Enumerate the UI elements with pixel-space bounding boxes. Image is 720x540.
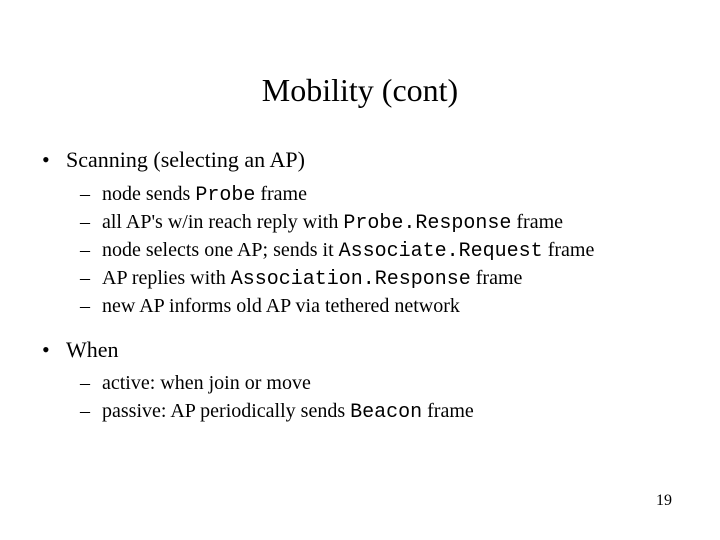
bullet-label: Scanning (selecting an AP) bbox=[66, 145, 680, 175]
list-item-text: all AP's w/in reach reply with Probe.Res… bbox=[102, 209, 680, 237]
list-item-text: passive: AP periodically sends Beacon fr… bbox=[102, 398, 680, 426]
slide-title: Mobility (cont) bbox=[0, 72, 720, 109]
sub-list-when: – active: when join or move – passive: A… bbox=[42, 370, 680, 426]
dash-icon: – bbox=[80, 398, 102, 426]
list-item: – node sends Probe frame bbox=[80, 181, 680, 209]
dash-icon: – bbox=[80, 181, 102, 209]
sub-list-scanning: – node sends Probe frame – all AP's w/in… bbox=[42, 181, 680, 321]
list-item-text: node selects one AP; sends it Associate.… bbox=[102, 237, 680, 265]
list-item-text: AP replies with Association.Response fra… bbox=[102, 265, 680, 293]
list-item: – AP replies with Association.Response f… bbox=[80, 265, 680, 293]
dash-icon: – bbox=[80, 265, 102, 293]
bullet-scanning: • Scanning (selecting an AP) bbox=[42, 145, 680, 175]
bullet-dot-icon: • bbox=[42, 335, 66, 365]
slide: Mobility (cont) • Scanning (selecting an… bbox=[0, 0, 720, 540]
slide-body: • Scanning (selecting an AP) – node send… bbox=[42, 145, 680, 440]
list-item: – all AP's w/in reach reply with Probe.R… bbox=[80, 209, 680, 237]
dash-icon: – bbox=[80, 293, 102, 321]
bullet-label: When bbox=[66, 335, 680, 365]
dash-icon: – bbox=[80, 237, 102, 265]
list-item-text: new AP informs old AP via tethered netwo… bbox=[102, 293, 680, 321]
list-item-text: node sends Probe frame bbox=[102, 181, 680, 209]
list-item: – node selects one AP; sends it Associat… bbox=[80, 237, 680, 265]
page-number: 19 bbox=[656, 492, 672, 510]
list-item: – active: when join or move bbox=[80, 370, 680, 398]
bullet-when: • When bbox=[42, 335, 680, 365]
dash-icon: – bbox=[80, 209, 102, 237]
list-item-text: active: when join or move bbox=[102, 370, 680, 398]
list-item: – passive: AP periodically sends Beacon … bbox=[80, 398, 680, 426]
list-item: – new AP informs old AP via tethered net… bbox=[80, 293, 680, 321]
dash-icon: – bbox=[80, 370, 102, 398]
bullet-dot-icon: • bbox=[42, 145, 66, 175]
